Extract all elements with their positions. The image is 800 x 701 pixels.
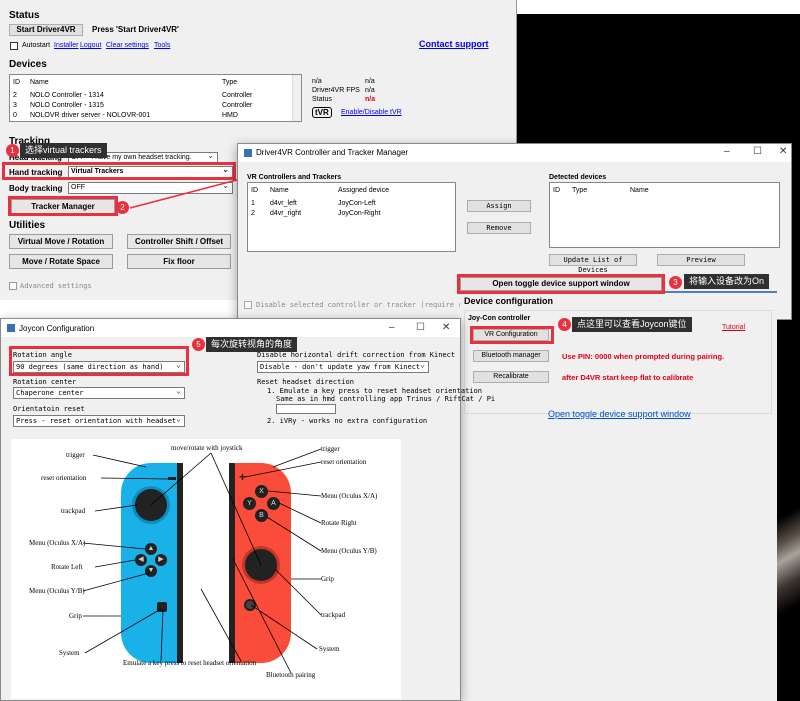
highlight-rotation-angle: [9, 346, 189, 376]
orientation-reset-dropdown[interactable]: Press - reset orientation with headset: [13, 415, 185, 427]
minimize-icon[interactable]: –: [724, 146, 730, 157]
reset-direction-option-2: 2. iVRy - works no extra configuration: [267, 417, 428, 425]
vr-row-id: 2: [251, 210, 255, 217]
vr-row-device: JoyCon-Right: [338, 210, 381, 217]
close-icon[interactable]: ✕: [442, 322, 450, 333]
orientation-reset-label: Orientatoin reset: [13, 405, 85, 413]
vr-row-id: 1: [251, 200, 255, 207]
reset-direction-option-1: 1. Emulate a key press to reset headset …: [267, 387, 482, 395]
annotation-arrow: [129, 175, 253, 209]
recalibrate-button[interactable]: Recalibrate: [473, 371, 549, 383]
highlight-open-toggle: [457, 274, 665, 294]
remove-button[interactable]: Remove: [467, 222, 531, 234]
manager-title-bar: Driver4VR Controller and Tracker Manager…: [238, 144, 791, 162]
device-configuration-panel: Device configuration Joy-Con controller …: [460, 291, 777, 701]
detected-devices-title: Detected devices: [549, 174, 607, 181]
vr-row-name: d4vr_left: [270, 200, 297, 207]
annotation-callout-3: 将输入设备改为On: [684, 274, 770, 289]
preview-button[interactable]: Preview: [657, 254, 745, 266]
joycon-controller-label: Joy-Con controller: [468, 315, 531, 322]
pin-instruction: Use PIN: 0000 when prompted during pairi…: [562, 352, 725, 361]
detected-col-id: ID: [553, 187, 560, 194]
annotation-callout-5: 每次旋转视角的角度: [206, 337, 298, 352]
reset-direction-label: Reset headset direction: [257, 378, 354, 386]
assign-button[interactable]: Assign: [467, 200, 531, 212]
annotation-badge-3: 3: [669, 276, 682, 289]
joycon-window-title: Joycon Configuration: [19, 324, 95, 333]
tutorial-link[interactable]: Tutorial: [722, 324, 745, 331]
close-icon[interactable]: ✕: [779, 146, 787, 157]
detected-col-type: Type: [572, 187, 588, 194]
detected-devices-list[interactable]: ID Type Name: [549, 182, 780, 248]
annotation-badge-5: 5: [192, 338, 205, 351]
vr-col-id: ID: [251, 187, 258, 194]
open-toggle-device-link[interactable]: Open toggle device support window: [548, 409, 691, 419]
key-input[interactable]: [276, 404, 336, 414]
reset-direction-option-1-detail: Same as in hmd controlling app Trinus / …: [276, 395, 496, 403]
vr-controllers-title: VR Controllers and Trackers: [247, 174, 342, 181]
app-icon: [7, 324, 15, 332]
minimize-icon[interactable]: –: [389, 322, 395, 333]
vr-col-name: Name: [270, 187, 289, 194]
update-list-button[interactable]: Update List of Devices: [549, 254, 637, 274]
vr-col-device: Assigned device: [338, 187, 389, 194]
annotation-callout-4: 点这里可以查看Joycon键位: [572, 317, 692, 332]
maximize-icon[interactable]: ☐: [753, 146, 762, 157]
rotation-center-label: Rotation center: [13, 378, 77, 386]
drift-correction-label: Disable horizontal drift correction from…: [257, 351, 456, 359]
joycon-title-bar: Joycon Configuration – ☐ ✕: [1, 319, 460, 337]
highlight-vr-configuration: [470, 326, 554, 344]
disable-controller-checkbox[interactable]: [244, 301, 252, 309]
annotation-badge-4: 4: [558, 318, 571, 331]
calibrate-instruction: after D4VR start keep flat to calibrate: [562, 373, 694, 382]
joycon-diagram: ▲ ◀ ▶ ▼ + X Y A B trigger reset orientat…: [11, 439, 401, 699]
maximize-icon[interactable]: ☐: [416, 322, 425, 333]
detected-col-name: Name: [630, 187, 649, 194]
diagram-leader-lines: [82, 448, 322, 674]
rotation-center-dropdown[interactable]: Chaperone center: [13, 387, 185, 399]
drift-correction-dropdown[interactable]: Disable - don't update yaw from Kinect: [257, 361, 429, 373]
vr-row-name: d4vr_right: [270, 210, 302, 217]
vr-controllers-list[interactable]: ID Name Assigned device 1 d4vr_left JoyC…: [247, 182, 456, 252]
manager-window-title: Driver4VR Controller and Tracker Manager: [256, 148, 409, 157]
device-config-title: Device configuration: [464, 296, 554, 306]
bluetooth-manager-button[interactable]: Bluetooth manager: [473, 350, 549, 362]
app-icon: [244, 149, 252, 157]
vr-row-device: JoyCon-Left: [338, 200, 376, 207]
